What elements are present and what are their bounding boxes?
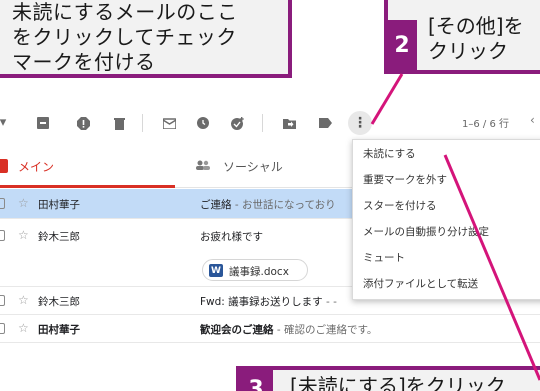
star-icon[interactable]: ☆ [18, 228, 29, 242]
menu-item-filter-messages[interactable]: メールの自動振り分け設定 [363, 224, 489, 239]
step2-text-line: [その他]を [428, 14, 524, 38]
word-doc-icon: W [209, 264, 223, 277]
menu-item-remove-important[interactable]: 重要マークを外す [363, 172, 447, 187]
step2-callout: 2 [その他]を クリック [384, 0, 540, 74]
step2-text-line: クリック [428, 39, 508, 63]
report-spam-icon[interactable] [76, 116, 90, 130]
toolbar-divider [262, 114, 263, 132]
row-checkbox[interactable] [0, 198, 5, 209]
email-subject-text: ご連絡 [200, 199, 232, 211]
step2-number: 2 [387, 20, 417, 70]
toolbar-divider [142, 114, 143, 132]
select-dropdown-icon[interactable]: ▾ [0, 116, 10, 130]
attachment-chip[interactable]: W 議事録.docx [202, 259, 308, 281]
pager-text: 1–6 / 6 行 [462, 119, 509, 130]
step3-callout: 3 [未読にする]をクリック [236, 366, 540, 391]
menu-item-add-star[interactable]: スターを付ける [363, 198, 437, 213]
step1-text-line: 未読にするメールのここ [12, 0, 238, 24]
menu-item-forward-as-attachment[interactable]: 添付ファイルとして転送 [363, 276, 478, 291]
step2-text: [その他]を クリック [428, 14, 524, 64]
star-icon[interactable]: ☆ [18, 196, 29, 210]
step1-text: 未読にするメールのここ をクリックしてチェック マークを付ける [12, 0, 238, 75]
star-icon[interactable]: ☆ [18, 321, 29, 335]
email-sender: 鈴木三郎 [38, 231, 80, 243]
step1-text-line: をクリックしてチェック [12, 25, 237, 49]
email-subject: お疲れ様です [200, 231, 263, 243]
people-icon [195, 160, 211, 173]
inbox-icon [0, 159, 8, 173]
email-snippet: - お世話になっており [231, 199, 336, 211]
email-subject: ご連絡 - お世話になっており [200, 197, 336, 212]
tab-primary-label: メイン [18, 160, 55, 174]
archive-icon[interactable] [36, 116, 50, 130]
star-icon[interactable]: ☆ [18, 293, 29, 307]
snooze-icon[interactable] [196, 116, 210, 130]
email-row[interactable]: ☆ 田村華子 歓迎会のご連絡 - 確認のご連絡です。 [0, 315, 540, 343]
row-checkbox[interactable] [0, 230, 5, 241]
menu-item-mark-unread[interactable]: 未読にする [363, 146, 416, 161]
row-checkbox[interactable] [0, 295, 5, 306]
step1-text-line: マークを付ける [12, 50, 156, 74]
move-to-icon[interactable] [282, 116, 296, 130]
tab-social[interactable]: ソーシャル [195, 146, 355, 188]
prev-page-icon[interactable]: ‹ [530, 113, 535, 127]
tab-primary[interactable]: メイン [0, 146, 175, 188]
add-task-icon[interactable] [230, 116, 244, 130]
email-sender: 鈴木三郎 [38, 296, 80, 308]
email-subject-text: Fwd: 議事録お送りします [200, 296, 323, 308]
email-sender: 田村華子 [38, 324, 80, 336]
delete-icon[interactable] [112, 116, 126, 130]
row-checkbox[interactable] [0, 323, 5, 334]
menu-item-mute[interactable]: ミュート [363, 250, 405, 265]
attachment-filename: 議事録.docx [229, 266, 289, 278]
step3-number: 3 [239, 369, 273, 391]
email-subject: Fwd: 議事録お送りします - - [200, 294, 337, 309]
more-icon[interactable]: ⋮ [348, 111, 372, 135]
label-icon[interactable] [318, 116, 332, 130]
email-snippet: - 確認のご連絡です。 [273, 324, 378, 336]
email-sender: 田村華子 [38, 199, 80, 211]
email-snippet: - - [322, 296, 337, 308]
mark-read-icon[interactable] [162, 116, 176, 130]
email-subject-text: 歓迎会のご連絡 [200, 324, 274, 336]
step1-callout: 未読にするメールのここ をクリックしてチェック マークを付ける [0, 0, 292, 78]
more-actions-menu: 未読にする 重要マークを外す スターを付ける メールの自動振り分け設定 ミュート… [352, 139, 540, 300]
email-subject: 歓迎会のご連絡 - 確認のご連絡です。 [200, 322, 377, 337]
tab-social-label: ソーシャル [223, 160, 283, 174]
step3-text: [未読にする]をクリック [290, 374, 506, 391]
